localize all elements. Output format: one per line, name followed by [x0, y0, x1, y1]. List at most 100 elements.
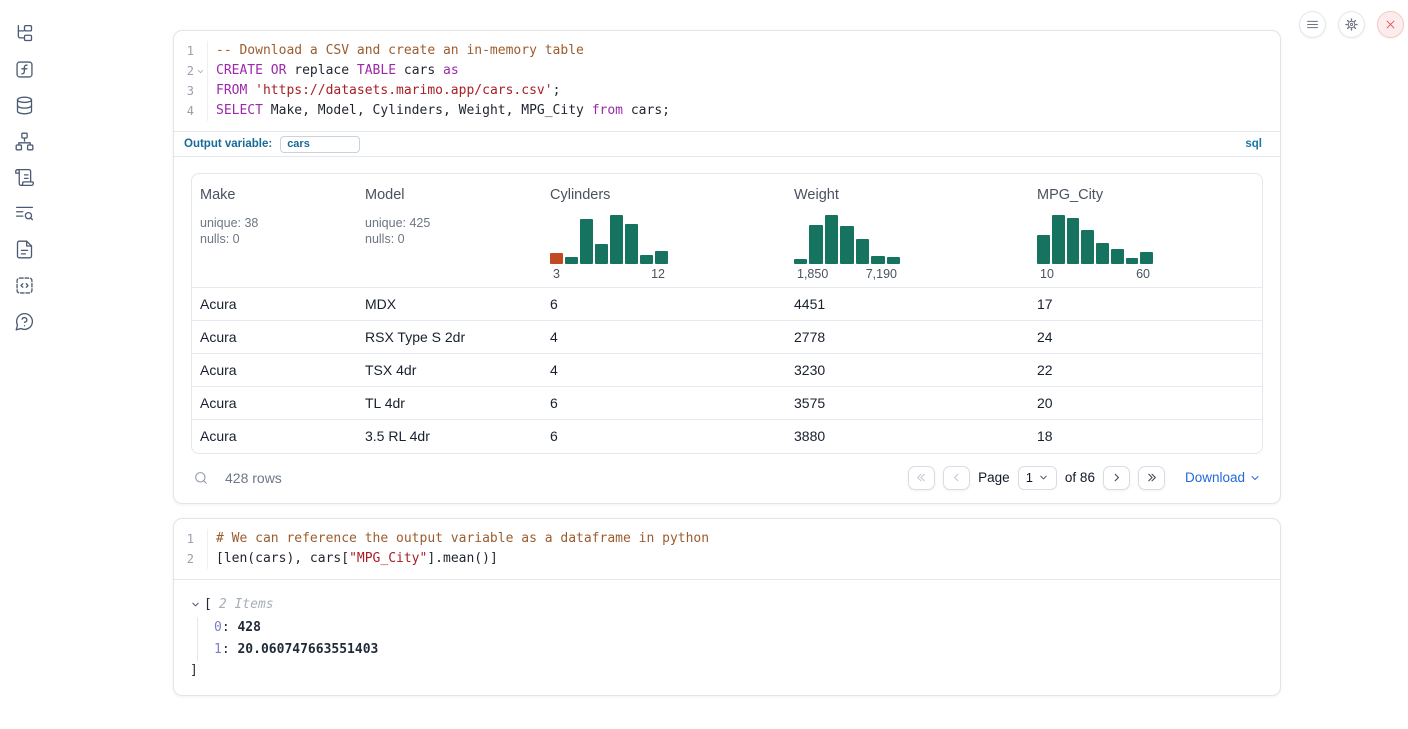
pagination: Page 1 of 86: [908, 466, 1261, 490]
table-cell: 18: [1029, 420, 1263, 453]
histogram-bar[interactable]: [1037, 235, 1050, 264]
search-icon[interactable]: [193, 470, 209, 486]
histogram-bar[interactable]: [840, 226, 853, 264]
histogram-bar[interactable]: [550, 253, 563, 264]
histogram-Weight: 1,8507,190: [794, 211, 900, 281]
last-page-button[interactable]: [1138, 466, 1165, 490]
rows-info: 428 rows: [193, 470, 282, 486]
table-cell: 6: [542, 288, 786, 321]
histogram-bar[interactable]: [825, 215, 838, 264]
page-label: Page: [978, 470, 1010, 485]
table-row[interactable]: Acura3.5 RL 4dr6388018: [192, 420, 1263, 453]
histogram-Cylinders: 312: [550, 211, 668, 281]
table-cell: 22: [1029, 354, 1263, 387]
line-number: 2: [174, 549, 208, 569]
column-header-Cylinders[interactable]: Cylinders312: [542, 174, 786, 288]
page-select[interactable]: 1: [1018, 466, 1057, 490]
table-row[interactable]: AcuraTL 4dr6357520: [192, 387, 1263, 420]
table-cell: 3.5 RL 4dr: [357, 420, 542, 453]
fold-chevron-icon[interactable]: [196, 67, 205, 76]
table-row[interactable]: AcuraRSX Type S 2dr4277824: [192, 321, 1263, 354]
histogram-bar[interactable]: [1126, 258, 1139, 264]
column-header-MPG_City[interactable]: MPG_City1060: [1029, 174, 1263, 288]
output-variable-label: Output variable:: [184, 138, 272, 150]
column-header-Weight[interactable]: Weight 1,8507,190: [786, 174, 1029, 288]
sql-cell-line: 2CREATE OR replace TABLE cars as: [174, 61, 1280, 81]
tree-entry-key: 1: [214, 642, 222, 657]
histogram-bar[interactable]: [887, 257, 900, 264]
histogram-bar[interactable]: [580, 219, 593, 264]
tree-entry-value: 428: [237, 620, 260, 635]
first-page-button[interactable]: [908, 466, 935, 490]
tree-root-row: [ 2 Items: [190, 594, 1264, 615]
histogram-bar[interactable]: [610, 215, 623, 264]
open-bracket: [: [204, 597, 212, 612]
settings-button[interactable]: [1338, 11, 1365, 38]
sidebar-log-search-icon[interactable]: [14, 203, 35, 224]
chevron-down-icon[interactable]: [190, 599, 201, 610]
sidebar-snippets-icon[interactable]: [14, 275, 35, 296]
table-cell: 4: [542, 321, 786, 354]
line-number: 4: [174, 101, 208, 121]
page-select-value: 1: [1026, 470, 1033, 485]
histogram-bar[interactable]: [1081, 230, 1094, 264]
row-count: 428 rows: [225, 470, 282, 486]
line-number: 1: [174, 41, 208, 61]
histogram-bar[interactable]: [871, 256, 884, 264]
histogram-bar[interactable]: [794, 259, 807, 264]
histogram-bar[interactable]: [1067, 218, 1080, 264]
gear-icon: [1344, 17, 1359, 32]
next-page-button[interactable]: [1103, 466, 1130, 490]
histogram-bar[interactable]: [625, 224, 638, 264]
sidebar-function-icon[interactable]: [14, 59, 35, 80]
histogram-bar[interactable]: [655, 251, 668, 264]
table-row[interactable]: AcuraMDX6445117: [192, 288, 1263, 321]
sql-code-editor[interactable]: 1-- Download a CSV and create an in-memo…: [174, 31, 1280, 131]
download-button[interactable]: Download: [1185, 470, 1261, 485]
column-header-Model[interactable]: Modelunique: 425nulls: 0: [357, 174, 542, 288]
line-number: 1: [174, 529, 208, 549]
table-cell: 6: [542, 387, 786, 420]
language-badge[interactable]: sql: [1245, 138, 1262, 150]
python-cell-line: 1# We can reference the output variable …: [174, 529, 1280, 549]
histogram-bar[interactable]: [1096, 243, 1109, 264]
python-code-editor[interactable]: 1# We can reference the output variable …: [174, 519, 1280, 579]
sidebar-help-icon[interactable]: [14, 311, 35, 332]
sidebar-database-icon[interactable]: [14, 95, 35, 116]
output-variable-input[interactable]: [280, 136, 360, 153]
column-header-Make[interactable]: Makeunique: 38nulls: 0: [192, 174, 357, 288]
menu-button[interactable]: [1299, 11, 1326, 38]
histogram-bar[interactable]: [565, 257, 578, 264]
data-table-card: Makeunique: 38nulls: 0Modelunique: 425nu…: [191, 173, 1263, 454]
sidebar-dependency-graph-icon[interactable]: [14, 131, 35, 152]
sidebar-file-tree-icon[interactable]: [14, 23, 35, 44]
table-cell: 4: [542, 354, 786, 387]
histogram-bar[interactable]: [809, 225, 822, 264]
histogram-range-labels: 1,8507,190: [794, 267, 900, 281]
histogram-range-labels: 1060: [1037, 267, 1153, 281]
histogram-bar[interactable]: [595, 244, 608, 264]
histogram-bar[interactable]: [1111, 249, 1124, 264]
table-cell: 3880: [786, 420, 1029, 453]
histogram-MPG_City: 1060: [1037, 211, 1153, 281]
code-text: -- Download a CSV and create an in-memor…: [208, 41, 584, 61]
sidebar-document-icon[interactable]: [14, 239, 35, 260]
code-text: # We can reference the output variable a…: [208, 529, 709, 549]
code-text: [len(cars), cars["MPG_City"].mean()]: [208, 549, 498, 569]
histogram-bar[interactable]: [1140, 252, 1153, 264]
table-cell: TSX 4dr: [357, 354, 542, 387]
histogram-bar[interactable]: [640, 255, 653, 264]
shutdown-button[interactable]: [1377, 11, 1404, 38]
column-title: Weight: [794, 187, 1021, 203]
table-row[interactable]: AcuraTSX 4dr4323022: [192, 354, 1263, 387]
prev-page-button[interactable]: [943, 466, 970, 490]
chevron-down-icon: [1249, 472, 1261, 484]
table-cell: 24: [1029, 321, 1263, 354]
table-cell: RSX Type S 2dr: [357, 321, 542, 354]
page-total-label: of 86: [1065, 470, 1095, 485]
histogram-bar[interactable]: [856, 239, 869, 264]
histogram-bar[interactable]: [1052, 215, 1065, 264]
marimo-notebook-app: 1-- Download a CSV and create an in-memo…: [0, 0, 1408, 729]
table-cell: TL 4dr: [357, 387, 542, 420]
sidebar-scroll-icon[interactable]: [14, 167, 35, 188]
